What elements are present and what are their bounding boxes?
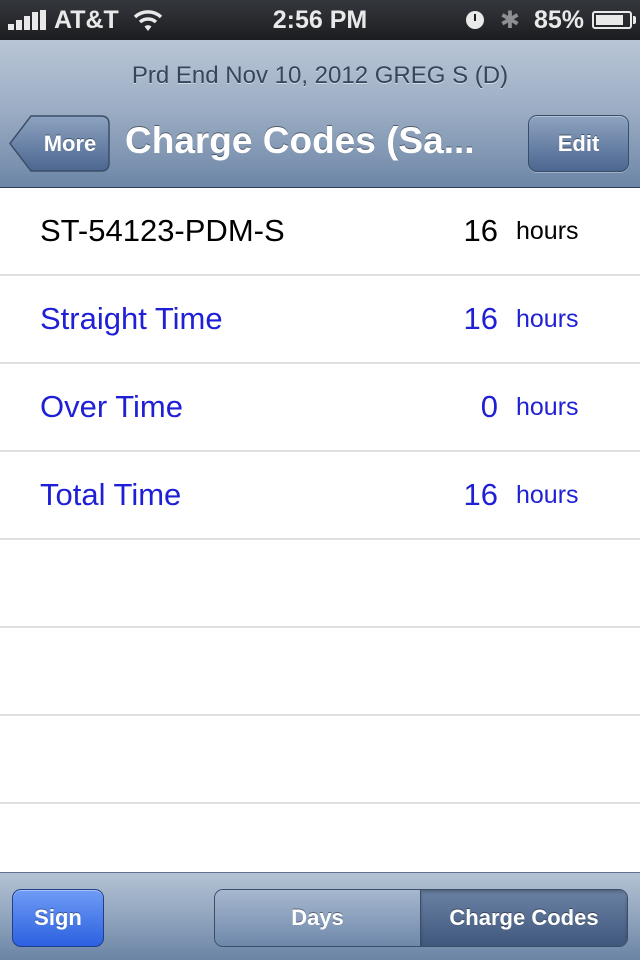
- segment-days[interactable]: Days: [215, 890, 421, 946]
- more-back-button[interactable]: More: [9, 115, 110, 172]
- page-title: Charge Codes (Sa...: [125, 120, 475, 161]
- battery-fill: [596, 15, 624, 25]
- row-label: Over Time: [40, 389, 183, 424]
- segment-charge-codes[interactable]: Charge Codes: [421, 890, 627, 946]
- battery-icon: [592, 11, 636, 29]
- empty-table-row: [0, 540, 640, 628]
- empty-table-row: [0, 716, 640, 804]
- row-label: ST-54123-PDM-S: [40, 213, 285, 248]
- bluetooth-icon: ✱: [499, 6, 520, 34]
- row-value: 16: [463, 301, 498, 336]
- edit-button[interactable]: Edit: [528, 115, 629, 172]
- row-value: 16: [463, 213, 498, 248]
- row-label: Straight Time: [40, 301, 223, 336]
- table-row[interactable]: ST-54123-PDM-S 16 hours: [0, 188, 640, 276]
- table-row[interactable]: Total Time 16 hours: [0, 452, 640, 540]
- nav-prompt: Prd End Nov 10, 2012 GREG S (D): [131, 62, 509, 89]
- back-button-label: More: [43, 131, 97, 156]
- row-unit: hours: [516, 481, 579, 509]
- bottom-toolbar: Sign Days Charge Codes: [0, 872, 640, 960]
- view-segmented-control: Days Charge Codes: [214, 889, 628, 947]
- battery-percent: 85%: [533, 5, 584, 34]
- alarm-clock-icon: [465, 11, 484, 29]
- status-bar: AT&T 2:56 PM ✱ 85%: [0, 0, 640, 40]
- row-unit: hours: [516, 305, 579, 333]
- status-bar-right: ✱ 85%: [465, 4, 636, 36]
- row-value: 16: [463, 477, 498, 512]
- sign-button[interactable]: Sign: [12, 889, 104, 947]
- table-row[interactable]: Straight Time 16 hours: [0, 276, 640, 364]
- row-label: Total Time: [40, 477, 182, 512]
- table-row[interactable]: Over Time 0 hours: [0, 364, 640, 452]
- empty-table-row: [0, 628, 640, 716]
- row-unit: hours: [516, 217, 579, 245]
- navigation-bar: Prd End Nov 10, 2012 GREG S (D) More Cha…: [0, 40, 640, 188]
- charge-code-table: ST-54123-PDM-S 16 hours Straight Time 16…: [0, 188, 640, 892]
- row-value: 0: [480, 389, 498, 424]
- row-unit: hours: [516, 393, 579, 421]
